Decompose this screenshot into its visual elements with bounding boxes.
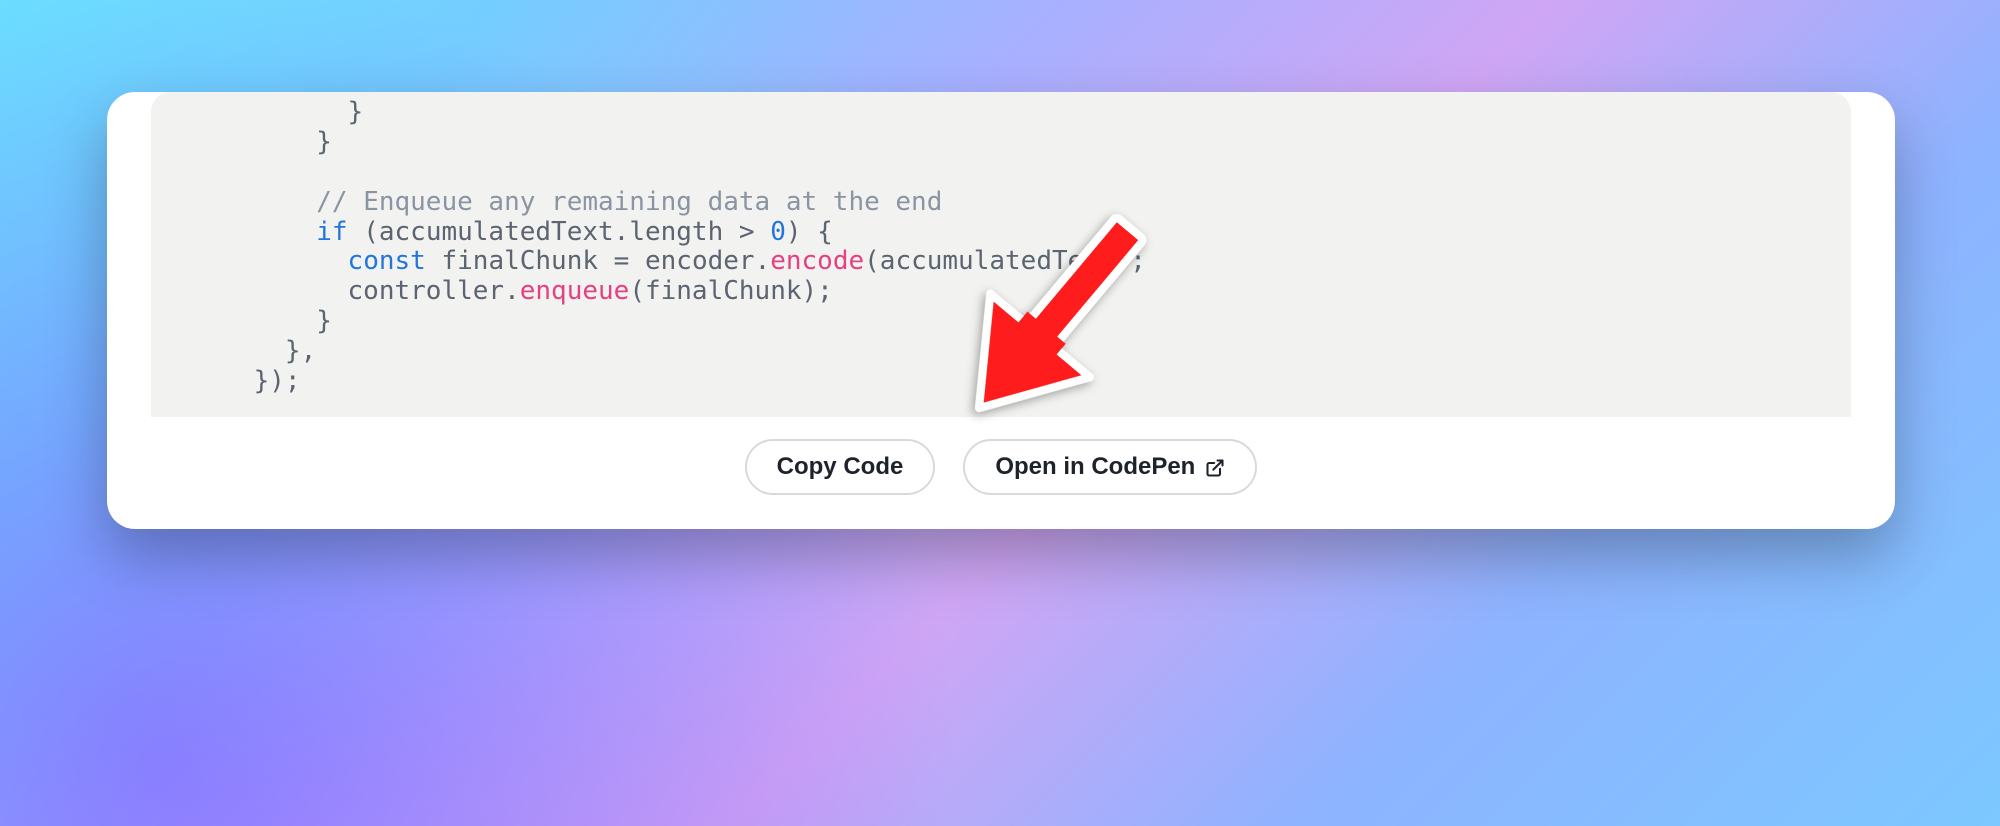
code-keyword: const (348, 246, 426, 276)
code-method: enqueue (520, 276, 630, 306)
code-line (191, 187, 316, 217)
code-line: } (191, 97, 363, 127)
code-content: } } // Enqueue any remaining data at the… (151, 98, 1851, 397)
code-line: } (191, 306, 332, 336)
open-in-codepen-button[interactable]: Open in CodePen (963, 439, 1257, 495)
button-row: Copy Code Open in CodePen (107, 439, 1895, 495)
code-method: encode (770, 246, 864, 276)
code-line: } (191, 127, 332, 157)
code-line: }, (191, 336, 316, 366)
code-block: } } // Enqueue any remaining data at the… (151, 92, 1851, 417)
code-punct: = encoder (614, 246, 755, 276)
code-punct: . (755, 246, 771, 276)
code-punct: (accumulatedText); (864, 246, 1146, 276)
code-punct: (finalChunk); (629, 276, 833, 306)
code-punct: ) { (786, 217, 833, 247)
code-keyword: if (316, 217, 347, 247)
code-punct: . (504, 276, 520, 306)
code-ident: controller (191, 276, 504, 306)
copy-code-label: Copy Code (777, 453, 904, 481)
code-number: 0 (770, 217, 786, 247)
code-line (191, 246, 348, 276)
copy-code-button[interactable]: Copy Code (745, 439, 936, 495)
external-link-icon (1205, 457, 1225, 477)
code-ident: finalChunk (426, 246, 614, 276)
open-in-codepen-label: Open in CodePen (995, 453, 1195, 481)
code-punct: . (614, 217, 630, 247)
code-line: }); (191, 366, 301, 396)
code-punct: > (723, 217, 770, 247)
code-comment: // Enqueue any remaining data at the end (316, 187, 942, 217)
code-card: } } // Enqueue any remaining data at the… (107, 92, 1895, 529)
code-ident: (accumulatedText (348, 217, 614, 247)
code-line (191, 217, 316, 247)
code-ident: length (629, 217, 723, 247)
